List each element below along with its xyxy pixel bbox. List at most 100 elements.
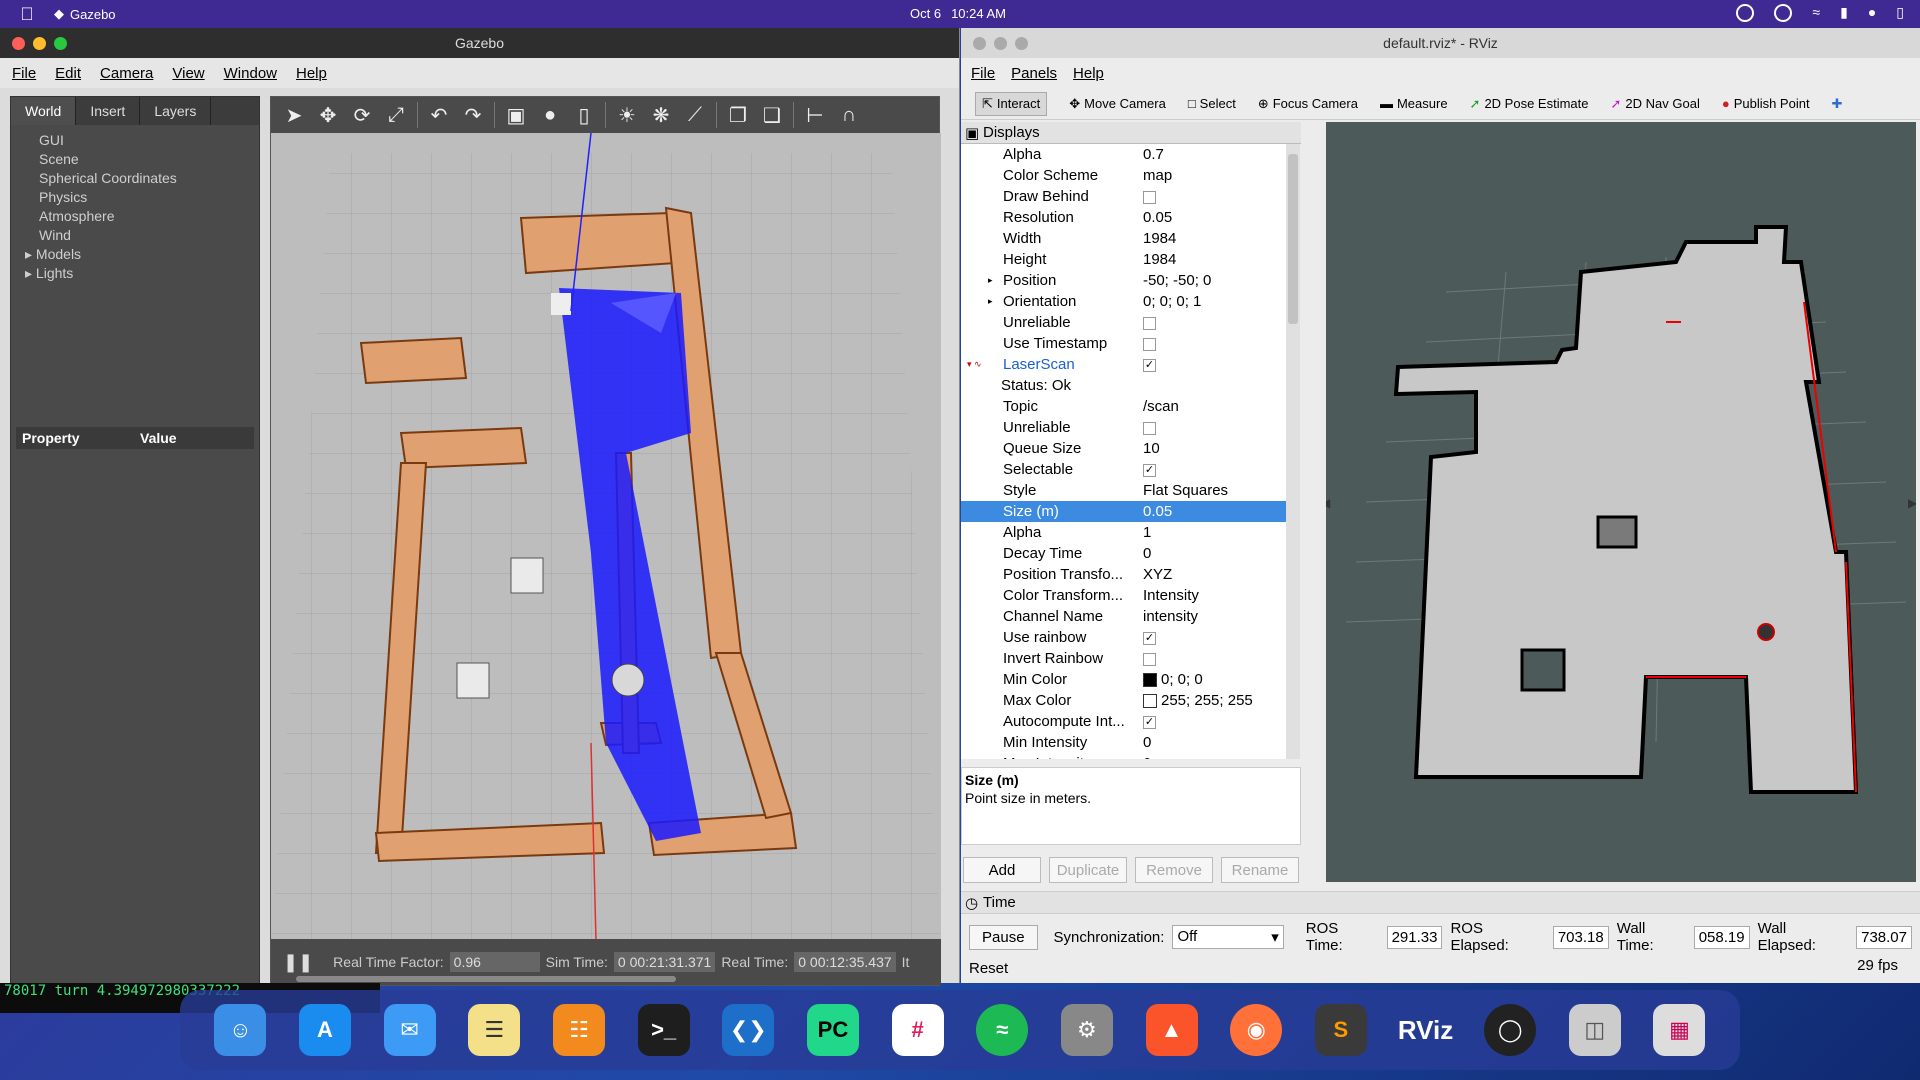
app-store-icon[interactable]: A	[298, 1004, 351, 1056]
paste-icon[interactable]: ❑	[759, 103, 785, 128]
vertical-scrollbar[interactable]	[1286, 144, 1300, 759]
duplicate-button[interactable]: Duplicate	[1049, 857, 1127, 883]
measure-tool[interactable]: ▬ Measure	[1380, 96, 1448, 111]
menu-edit[interactable]: Edit	[55, 65, 81, 82]
property-value[interactable]: -50; -50; 0	[1141, 272, 1211, 289]
menu-panels[interactable]: Panels	[1011, 65, 1057, 82]
gazebo-3d-viewport[interactable]: ➤ ✥ ⟳ ⤢ ↶ ↷ ▣ ● ▯ ☀ ❋ ⟋ ❐ ❑ ⊢ ∩ ❚❚ Real …	[270, 96, 941, 986]
minimize-icon[interactable]	[994, 37, 1007, 50]
copy-icon[interactable]: ❐	[725, 103, 751, 128]
pause-icon[interactable]: ❚❚	[283, 952, 313, 973]
menubar-clock[interactable]: Oct 6 10:24 AM	[910, 6, 1016, 21]
trash-icon[interactable]: ◫	[1568, 1004, 1621, 1056]
firefox-icon[interactable]: ◉	[1230, 1004, 1283, 1056]
property-value[interactable]: 0.05	[1141, 209, 1172, 226]
property-row[interactable]: Unreliable	[961, 312, 1286, 333]
rviz-icon[interactable]: RViz	[1398, 1004, 1453, 1056]
accessibility-icon[interactable]	[1774, 4, 1793, 22]
property-value[interactable]: 1984	[1141, 251, 1176, 268]
tree-item[interactable]: Scene	[39, 150, 259, 169]
property-value[interactable]: XYZ	[1141, 566, 1172, 583]
rename-button[interactable]: Rename	[1221, 857, 1299, 883]
publish-point-tool[interactable]: ● Publish Point	[1722, 96, 1810, 111]
property-value[interactable]: 10	[1141, 440, 1160, 457]
remove-button[interactable]: Remove	[1135, 857, 1213, 883]
property-value[interactable]: 0.05	[1141, 503, 1172, 520]
brave-icon[interactable]: ▲	[1145, 1004, 1198, 1056]
snap-icon[interactable]: ∩	[836, 104, 862, 127]
property-row[interactable]: Position Transfo... XYZ	[961, 564, 1286, 585]
property-row[interactable]: Invert Rainbow	[961, 648, 1286, 669]
sync-select[interactable]: Off ▾	[1172, 925, 1284, 949]
tab-world[interactable]: World	[11, 97, 77, 125]
spotify-icon[interactable]: ≈	[976, 1004, 1029, 1056]
tree-item-lights[interactable]: ▸ Lights	[25, 264, 259, 283]
books-icon[interactable]: ☷	[552, 1004, 605, 1056]
close-icon[interactable]	[12, 37, 25, 50]
checkbox[interactable]: ✓	[1143, 358, 1156, 372]
property-value[interactable]	[1141, 314, 1156, 331]
menu-help[interactable]: Help	[296, 65, 327, 82]
rviz-3d-view[interactable]: ◀ ▶	[1321, 122, 1918, 882]
tree-item[interactable]: Physics	[39, 188, 259, 207]
property-value[interactable]: 0	[1141, 734, 1151, 751]
property-row[interactable]: Min Intensity 0	[961, 732, 1286, 753]
tab-insert[interactable]: Insert	[76, 97, 141, 125]
pause-button[interactable]: Pause	[969, 924, 1038, 950]
property-row[interactable]: Size (m) 0.05	[961, 501, 1286, 522]
property-value[interactable]: 0.7	[1141, 146, 1164, 163]
active-app[interactable]: ◆ Gazebo	[54, 6, 116, 22]
property-row[interactable]: Style Flat Squares	[961, 480, 1286, 501]
property-value[interactable]: /scan	[1141, 398, 1179, 415]
box-obstacle[interactable]	[510, 557, 544, 594]
reset-button[interactable]: Reset	[969, 957, 1008, 980]
property-value[interactable]: ✓	[1141, 629, 1156, 646]
maximize-icon[interactable]	[54, 37, 67, 50]
property-row[interactable]: Autocompute Int... ✓	[961, 711, 1286, 732]
obs-icon[interactable]: ◯	[1484, 1004, 1537, 1056]
property-row[interactable]: Resolution 0.05	[961, 207, 1286, 228]
cylinder-icon[interactable]: ▯	[571, 103, 597, 128]
property-row[interactable]: Color Transform... Intensity	[961, 585, 1286, 606]
property-value[interactable]: map	[1141, 167, 1172, 184]
property-value[interactable]: ✓	[1141, 713, 1156, 730]
apple-icon[interactable]: 	[0, 4, 54, 25]
property-value[interactable]: 0	[1141, 545, 1151, 562]
robot-model[interactable]	[551, 293, 571, 315]
tree-item[interactable]: GUI	[39, 131, 259, 150]
property-row[interactable]: Status: Ok	[961, 375, 1286, 396]
cylinder-obstacle[interactable]	[611, 663, 645, 697]
property-row[interactable]: Height 1984	[961, 249, 1286, 270]
rotate-icon[interactable]: ⟳	[349, 103, 375, 128]
property-value[interactable]	[1141, 188, 1156, 205]
property-value[interactable]: ✓	[1141, 356, 1156, 373]
battery-icon[interactable]: ▯	[1896, 4, 1904, 22]
property-row[interactable]: Queue Size 10	[961, 438, 1286, 459]
property-value[interactable]	[1141, 335, 1156, 352]
nav-goal-tool[interactable]: ➚ 2D Nav Goal	[1611, 96, 1700, 112]
maximize-icon[interactable]	[1015, 37, 1028, 50]
directional-light-icon[interactable]: ⟋	[682, 104, 708, 127]
property-row[interactable]: Use rainbow ✓	[961, 627, 1286, 648]
tree-item-models[interactable]: ▸ Models	[25, 245, 259, 264]
expand-arrow-icon[interactable]: ▸	[988, 296, 993, 307]
system-preferences-icon[interactable]: ⚙	[1060, 1004, 1113, 1056]
terminal-icon[interactable]: >_	[637, 1004, 690, 1056]
color-swatch[interactable]	[1143, 673, 1157, 688]
horizontal-scrollbar[interactable]	[296, 976, 676, 982]
checkbox[interactable]: ✓	[1143, 463, 1156, 477]
move-camera-tool[interactable]: ✥ Move Camera	[1069, 96, 1166, 112]
menu-view[interactable]: View	[172, 65, 204, 82]
undo-icon[interactable]: ↶	[426, 103, 452, 128]
minimize-icon[interactable]	[33, 37, 46, 50]
focus-camera-tool[interactable]: ⊕ Focus Camera	[1258, 96, 1358, 112]
property-row[interactable]: ▸ Orientation 0; 0; 0; 1	[961, 291, 1286, 312]
checkbox[interactable]	[1143, 421, 1156, 435]
laserscan-icon[interactable]: ▾ ∿	[967, 359, 982, 370]
checkbox[interactable]	[1143, 337, 1156, 351]
slack-icon[interactable]: #	[891, 1004, 944, 1056]
menu-file[interactable]: File	[971, 65, 995, 82]
property-row[interactable]: Draw Behind	[961, 186, 1286, 207]
map-render[interactable]: ◀ ▶	[1321, 122, 1918, 882]
property-value[interactable]: 1984	[1141, 230, 1176, 247]
